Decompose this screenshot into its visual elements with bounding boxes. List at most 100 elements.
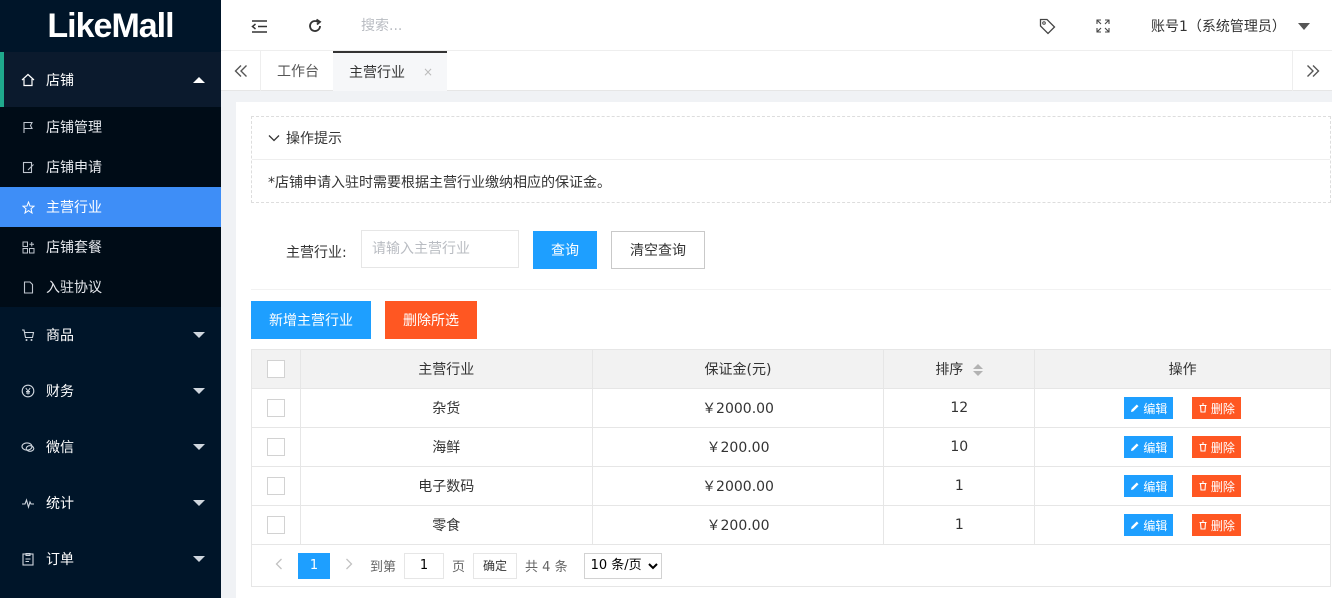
clipboard-icon	[20, 552, 36, 566]
edit-doc-icon	[20, 161, 36, 174]
cell-sort: 10	[883, 427, 1036, 467]
fullscreen-icon[interactable]	[1092, 15, 1114, 37]
tip-text: *店铺申请入驻时需要根据主营行业缴纳相应的保证金。	[268, 174, 611, 191]
chevron-down-icon	[268, 134, 280, 142]
edit-button[interactable]: 编辑	[1124, 397, 1174, 419]
clear-query-button[interactable]: 清空查询	[611, 231, 705, 269]
menu-group-label: 财务	[46, 384, 74, 400]
goto-suffix: 页	[452, 560, 466, 575]
page-1-button[interactable]: 1	[298, 552, 330, 579]
menu-group-store-label: 店铺	[46, 72, 74, 89]
search-input[interactable]	[361, 12, 661, 40]
industry-table: 主营行业 保证金(元) 排序 操作 杂货 ￥2000.00 12 编辑 删除 海…	[251, 349, 1331, 545]
edit-button[interactable]: 编辑	[1124, 514, 1174, 536]
delete-button[interactable]: 删除	[1191, 475, 1241, 497]
menu-group-finance[interactable]: 财务	[0, 363, 221, 419]
row-checkbox[interactable]	[266, 438, 285, 456]
goto-page-input[interactable]	[404, 552, 445, 579]
cell-deposit: ￥200.00	[591, 505, 885, 545]
delete-button[interactable]: 删除	[1191, 514, 1241, 536]
select-all-cell	[251, 349, 301, 389]
close-icon[interactable]: ×	[423, 65, 433, 79]
pagination: 1 到第 页 确定 共 4 条 10 条/页	[251, 545, 1331, 587]
logo-text-2: e	[93, 6, 113, 45]
row-checkbox[interactable]	[266, 516, 285, 534]
menu-group-goods[interactable]: 商品	[0, 307, 221, 363]
top-header: 账号1（系统管理员）	[221, 0, 1332, 51]
caret-down-icon	[193, 556, 205, 562]
grid-plus-icon	[20, 241, 36, 254]
cell-actions: 编辑 删除	[1034, 427, 1331, 467]
filter-label: 主营行业:	[286, 245, 347, 261]
cell-sort: 1	[883, 466, 1036, 506]
caret-up-icon	[193, 76, 205, 83]
store-submenu: 店铺管理 店铺申请 主营行业 店铺套餐 入驻协议	[0, 107, 221, 307]
sidebar-item-store-package[interactable]: 店铺套餐	[0, 227, 221, 267]
edit-label: 编辑	[1143, 518, 1168, 533]
pencil-icon	[1130, 403, 1140, 413]
collapse-menu-icon[interactable]	[248, 15, 270, 37]
menu-group-wechat[interactable]: 微信	[0, 419, 221, 475]
cell-actions: 编辑 删除	[1034, 466, 1331, 506]
tip-toggle[interactable]: 操作提示	[252, 117, 1330, 160]
header-sort[interactable]: 排序	[883, 349, 1036, 389]
edit-label: 编辑	[1143, 479, 1168, 494]
sidebar-item-store-manage[interactable]: 店铺管理	[0, 107, 221, 147]
home-icon	[20, 73, 36, 87]
filter-bar: 主营行业: 查询 清空查询	[251, 220, 1331, 290]
menu-group-stats[interactable]: 统计	[0, 475, 221, 531]
delete-button[interactable]: 删除	[1191, 397, 1241, 419]
pencil-icon	[1130, 442, 1140, 452]
cell-sort: 12	[883, 388, 1036, 428]
delete-selected-button[interactable]: 删除所选	[385, 301, 477, 339]
menu-group-store[interactable]: 店铺	[0, 52, 221, 107]
pencil-icon	[1130, 520, 1140, 530]
delete-button[interactable]: 删除	[1191, 436, 1241, 458]
tabs-scroll-left-icon[interactable]	[221, 51, 261, 91]
tab-main-industry[interactable]: 主营行业 ×	[333, 51, 448, 91]
caret-down-icon	[193, 332, 205, 338]
account-menu[interactable]: 账号1（系统管理员）	[1151, 16, 1310, 36]
row-checkbox[interactable]	[266, 477, 285, 495]
tip-title: 操作提示	[286, 131, 342, 147]
cell-industry: 海鲜	[299, 427, 593, 467]
delete-label: 删除	[1210, 479, 1235, 494]
sidebar-item-agreement[interactable]: 入驻协议	[0, 267, 221, 307]
row-checkbox[interactable]	[266, 399, 285, 417]
select-all-checkbox[interactable]	[266, 360, 285, 378]
total-count: 共 4 条	[525, 560, 568, 575]
tab-workbench[interactable]: 工作台	[261, 51, 336, 91]
menu-group-orders[interactable]: 订单	[0, 531, 221, 587]
edit-button[interactable]: 编辑	[1124, 436, 1174, 458]
sort-icon[interactable]	[973, 364, 984, 376]
refresh-icon[interactable]	[304, 15, 326, 37]
query-button[interactable]: 查询	[533, 231, 597, 269]
header-deposit: 保证金(元)	[591, 349, 885, 389]
flag-icon	[20, 121, 36, 134]
add-industry-button[interactable]: 新增主营行业	[251, 301, 371, 339]
star-icon	[20, 200, 36, 214]
sidebar-item-store-apply[interactable]: 店铺申请	[0, 147, 221, 187]
page-tabs: 工作台 主营行业 ×	[221, 51, 1332, 91]
edit-label: 编辑	[1143, 440, 1168, 455]
tabs-scroll-right-icon[interactable]	[1292, 51, 1332, 91]
cell-deposit: ￥2000.00	[591, 388, 885, 428]
prev-page-icon[interactable]	[266, 558, 292, 574]
industry-search-input[interactable]	[361, 230, 519, 268]
table-row: 电子数码 ￥2000.00 1 编辑 删除	[251, 466, 1331, 506]
page-size-select[interactable]: 10 条/页	[583, 552, 662, 579]
caret-down-icon	[193, 444, 205, 450]
sidebar-item-label: 主营行业	[46, 200, 102, 216]
next-page-icon[interactable]	[336, 558, 362, 574]
likemall-logo: Lik e Mall	[0, 0, 221, 52]
logo-text-3: Mall	[111, 6, 174, 45]
menu-group-label: 统计	[46, 496, 74, 512]
pulse-icon	[20, 496, 36, 510]
trash-icon	[1198, 403, 1208, 413]
goto-confirm-button[interactable]: 确定	[473, 552, 518, 579]
cell-actions: 编辑 删除	[1034, 388, 1331, 428]
tab-label: 主营行业	[349, 65, 405, 81]
tag-icon[interactable]	[1036, 15, 1058, 37]
edit-button[interactable]: 编辑	[1124, 475, 1174, 497]
sidebar-item-main-industry[interactable]: 主营行业	[0, 187, 221, 227]
